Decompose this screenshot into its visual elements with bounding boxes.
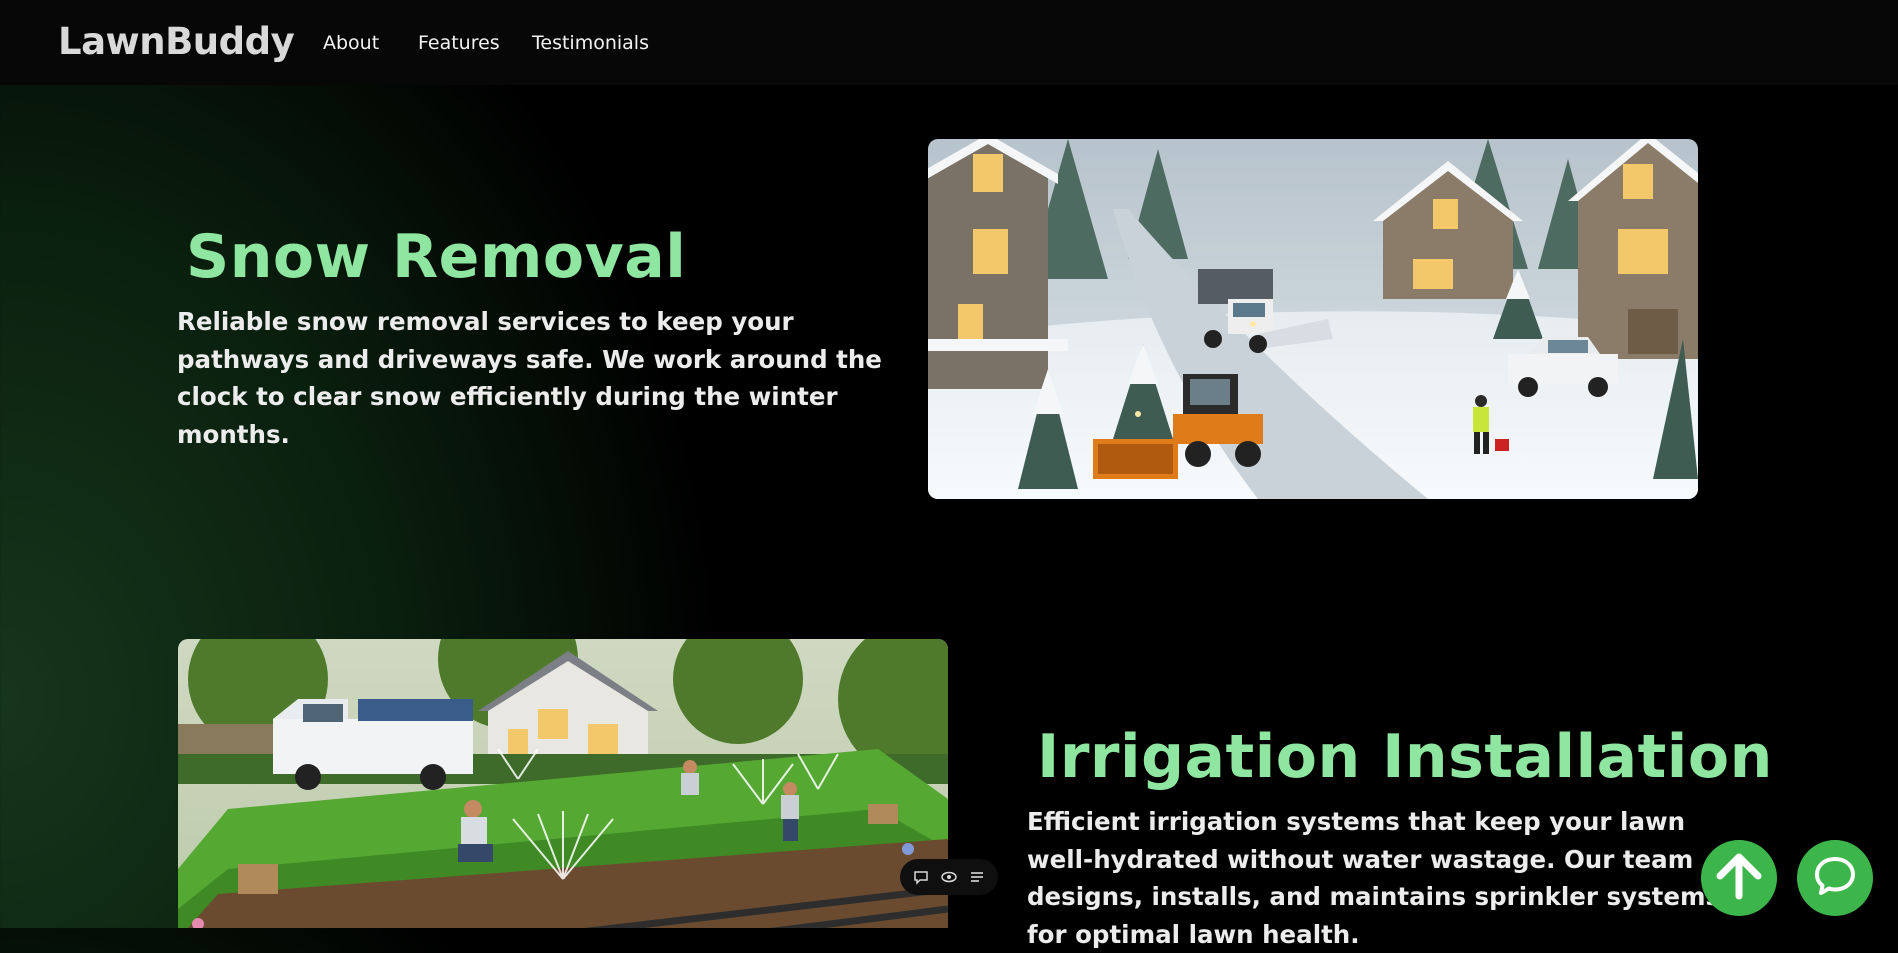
navbar: LawnBuddy About Features Testimonials: [0, 0, 1898, 85]
scroll-to-top-button[interactable]: [1701, 840, 1777, 916]
nav-link-testimonials[interactable]: Testimonials: [532, 32, 649, 54]
nav-link-features[interactable]: Features: [418, 32, 500, 54]
brand-logo[interactable]: LawnBuddy: [58, 20, 295, 63]
eye-icon[interactable]: [940, 869, 958, 885]
nav-link-about[interactable]: About: [323, 32, 379, 54]
floating-mini-toolbar: [900, 859, 998, 895]
chat-bubble-icon: [1813, 854, 1857, 902]
list-icon[interactable]: [969, 869, 985, 885]
chat-button[interactable]: [1797, 840, 1873, 916]
section-title-irrigation-installation: Irrigation Installation: [1037, 722, 1773, 792]
snow-removal-image: [928, 139, 1698, 499]
irrigation-image: [178, 639, 948, 928]
section-description-irrigation-installation: Efficient irrigation systems that keep y…: [1027, 807, 1721, 949]
comment-icon[interactable]: [913, 869, 929, 885]
arrow-up-icon: [1714, 851, 1764, 905]
section-title-snow-removal: Snow Removal: [186, 222, 687, 292]
section-description-snow-removal: Reliable snow removal services to keep y…: [177, 307, 882, 449]
